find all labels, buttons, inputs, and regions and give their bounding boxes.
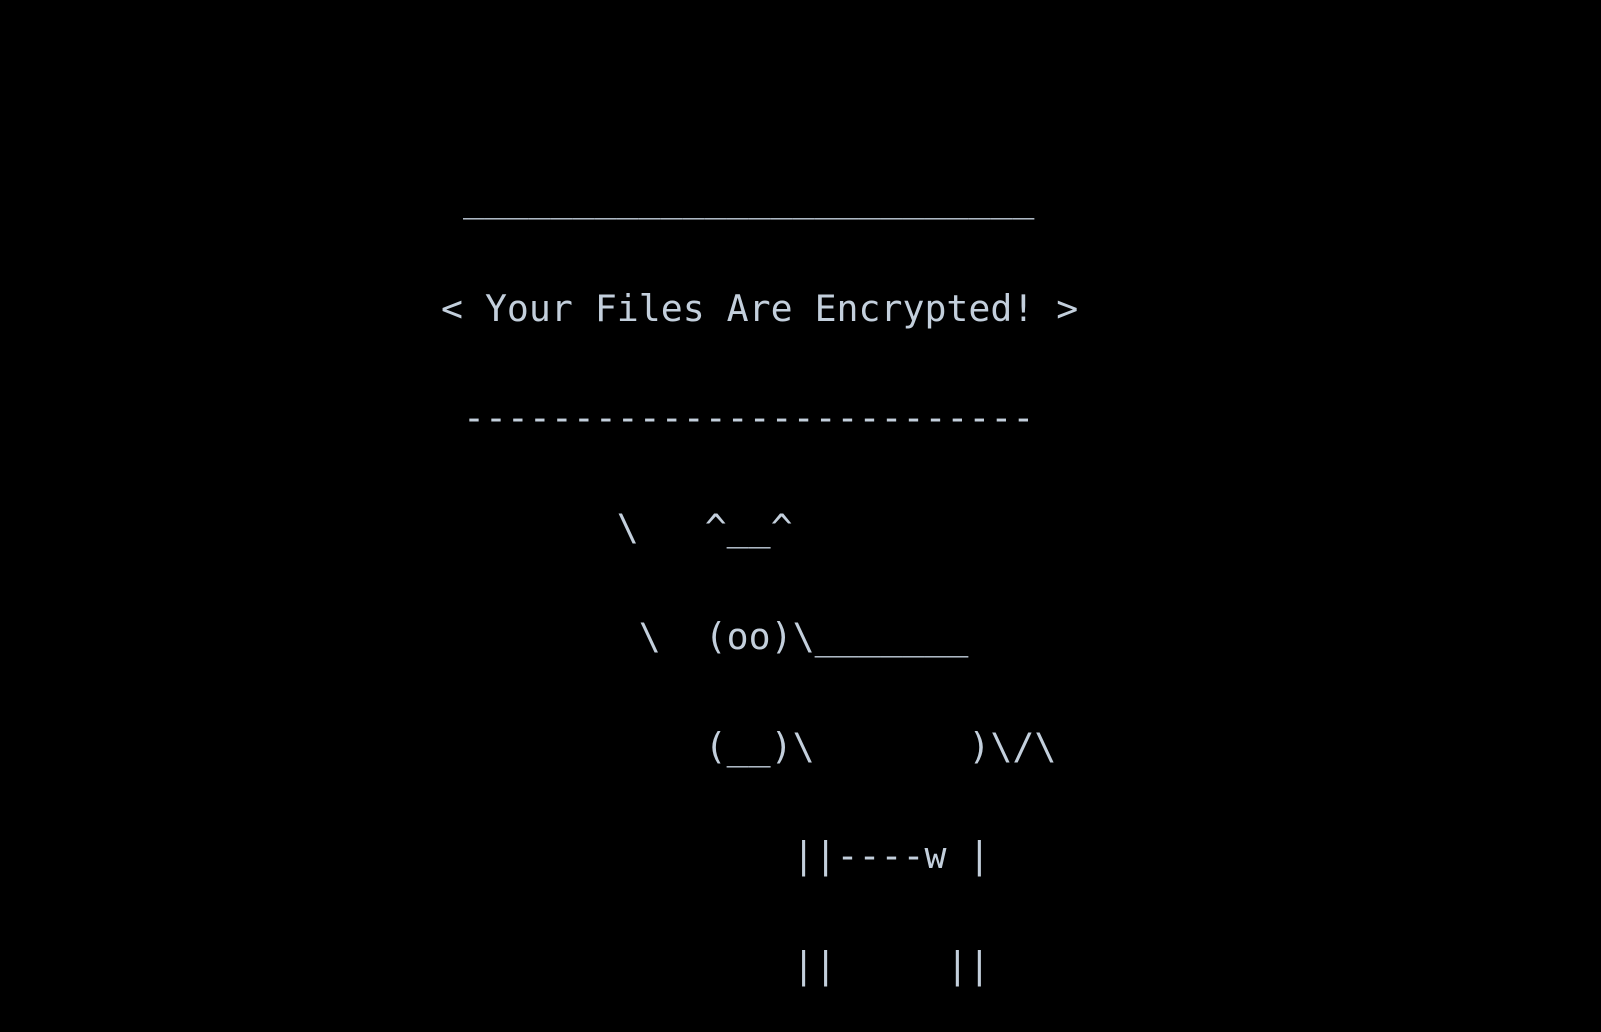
cow-ears-line: \ ^__^ — [441, 505, 793, 549]
cow-mouth-line: (__)\ )\/\ — [441, 724, 1057, 768]
speech-bubble-message: < Your Files Are Encrypted! > — [441, 286, 1079, 330]
cow-body-line: ||----w | — [441, 834, 991, 877]
cow-legs-line: || || — [441, 943, 991, 987]
speech-bubble-bottom-border: -------------------------- — [441, 396, 1035, 439]
terminal-window: __________________________ < Your Files … — [0, 0, 1601, 983]
speech-bubble-top-border: __________________________ — [441, 177, 1035, 220]
cow-eyes-line: \ (oo)\_______ — [441, 615, 969, 658]
cowsay-output: __________________________ < Your Files … — [441, 108, 1078, 1032]
